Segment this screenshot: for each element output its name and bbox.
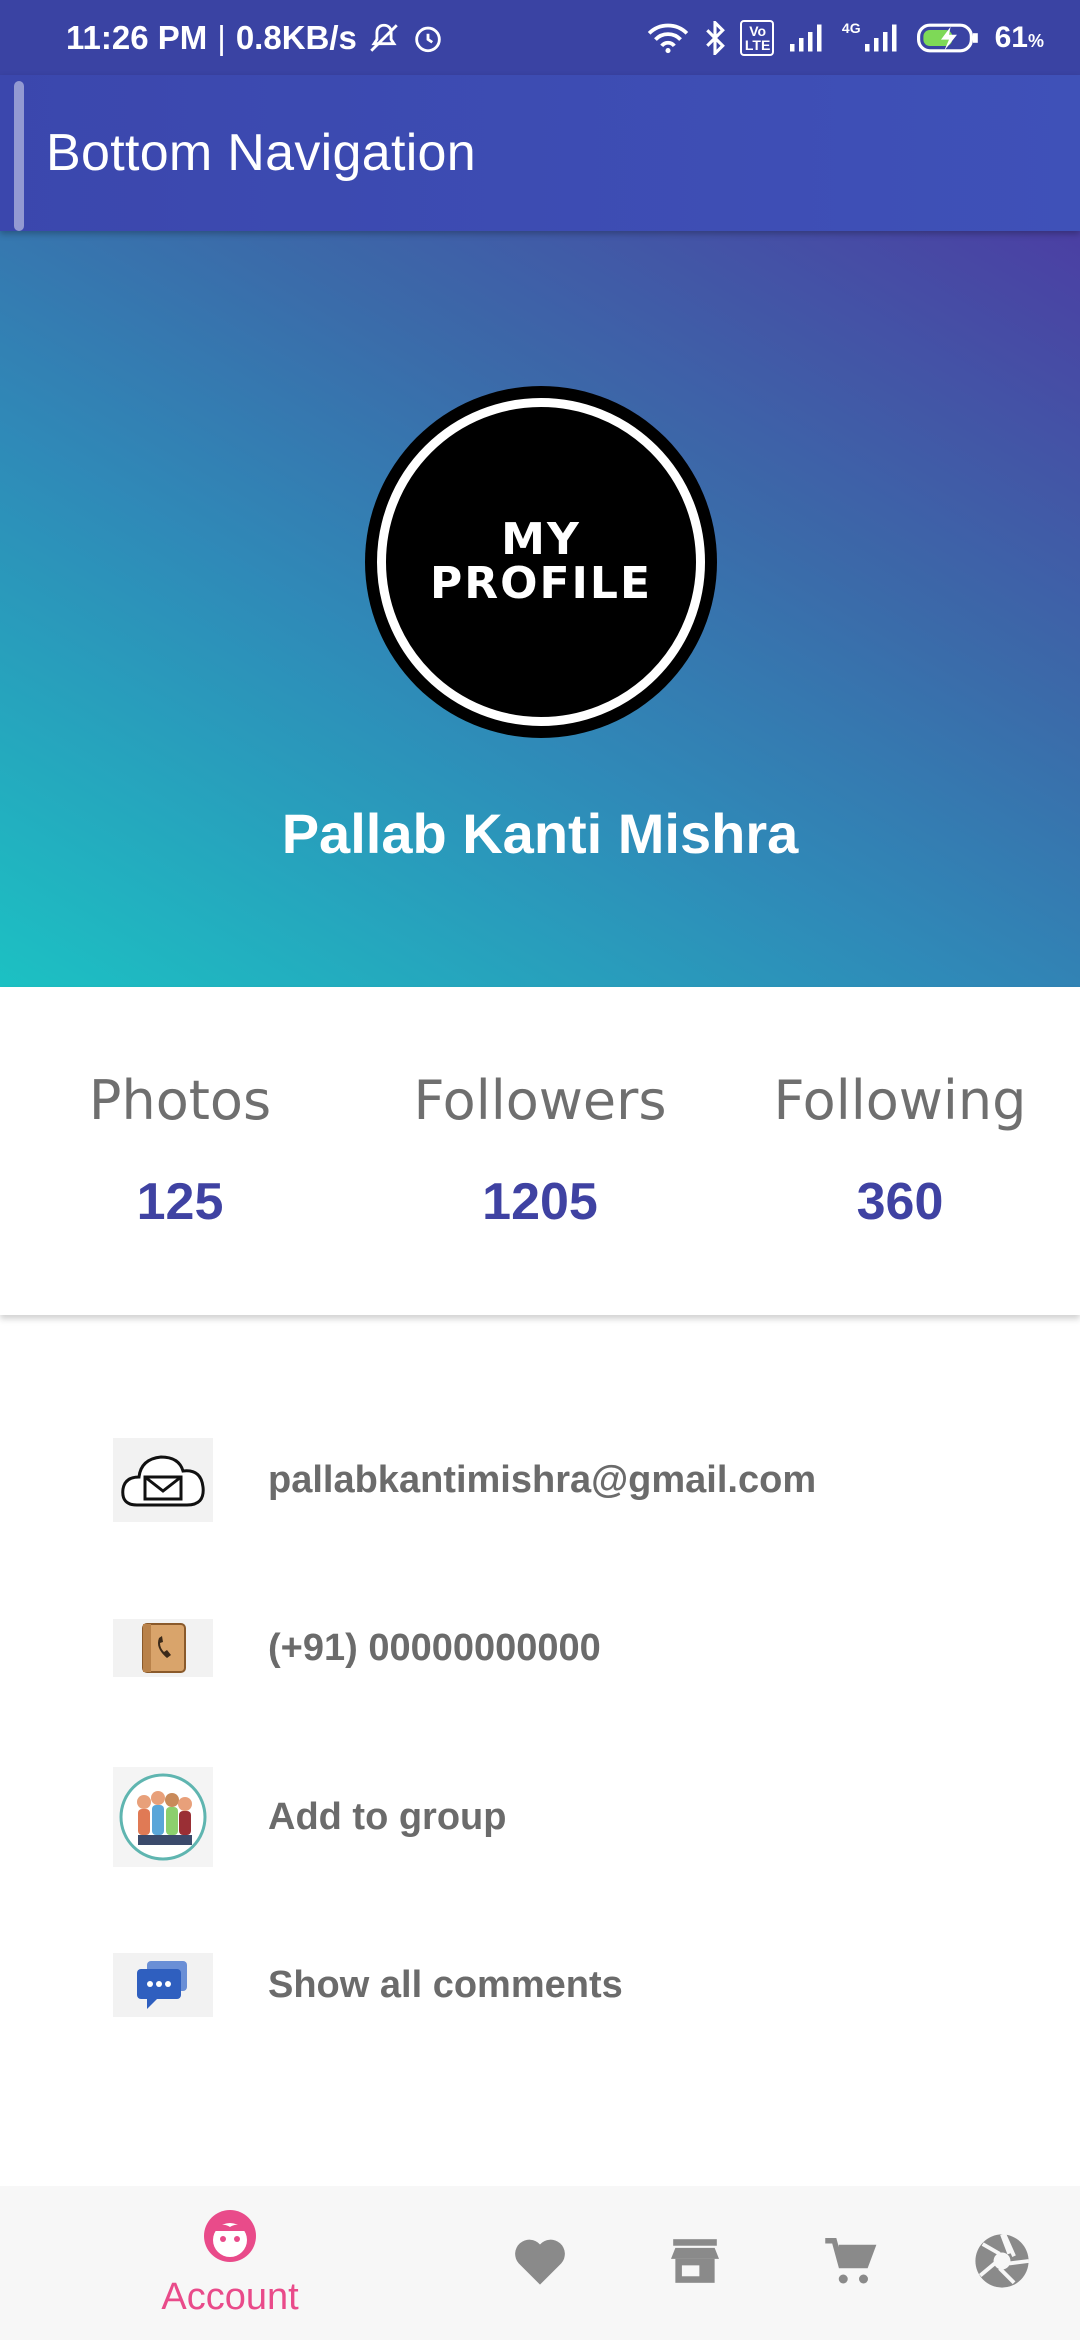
stat-following[interactable]: Following 360 [720, 987, 1080, 1315]
stats-card: Photos 125 Followers 1205 Following 360 [0, 987, 1080, 1315]
phone-text: (+91) 00000000000 [268, 1626, 601, 1669]
group-text: Add to group [268, 1795, 507, 1838]
email-text: pallabkantimishra@gmail.com [268, 1458, 817, 1501]
status-time: 11:26 PM [66, 18, 208, 56]
stat-label: Photos [88, 1069, 272, 1132]
account-icon [201, 2207, 259, 2270]
heart-icon [511, 2235, 569, 2292]
status-right: Vo LTE 4G 61% [646, 19, 1044, 56]
comments-row[interactable]: Show all comments [0, 1925, 1080, 2045]
bottom-navigation: Account [0, 2186, 1080, 2340]
status-separator: | [217, 18, 226, 56]
stat-label: Following [773, 1069, 1027, 1132]
alarm-icon [411, 21, 445, 55]
app-bar: Bottom Navigation [0, 75, 1080, 231]
stat-photos[interactable]: Photos 125 [0, 987, 360, 1315]
nav-favorites[interactable] [490, 2186, 590, 2340]
comments-text: Show all comments [268, 1963, 623, 2006]
group-row[interactable]: Add to group [0, 1757, 1080, 1877]
phonebook-icon [113, 1619, 213, 1677]
avatar-ring [377, 398, 705, 726]
scroll-indicator [14, 81, 24, 231]
comments-icon [113, 1953, 213, 2017]
battery-level: 61% [994, 20, 1044, 54]
stat-followers[interactable]: Followers 1205 [360, 987, 720, 1315]
nav-account[interactable]: Account [140, 2186, 320, 2340]
phone-row[interactable]: (+91) 00000000000 [0, 1588, 1080, 1708]
avatar[interactable]: MY PROFILE [365, 386, 717, 738]
status-left: 11:26 PM | 0.8KB/s [66, 19, 445, 57]
stat-value: 125 [136, 1173, 224, 1231]
signal-icon [788, 23, 828, 53]
nav-cart[interactable] [800, 2186, 900, 2340]
stat-value: 360 [856, 1173, 944, 1231]
nav-camera[interactable] [952, 2186, 1052, 2340]
volte-icon: Vo LTE [739, 19, 774, 56]
store-icon [668, 2237, 722, 2290]
nav-account-label: Account [161, 2276, 299, 2318]
mute-bell-icon [367, 21, 401, 55]
status-speed: 0.8KB/s [235, 18, 357, 56]
profile-name: Pallab Kanti Mishra [281, 802, 799, 865]
wifi-icon [646, 22, 690, 54]
status-bar: 11:26 PM | 0.8KB/s Vo LTE 4G 61% [0, 0, 1080, 75]
battery-icon [916, 22, 981, 54]
stat-value: 1205 [482, 1173, 598, 1231]
nav-store[interactable] [645, 2186, 745, 2340]
signal-icon-2 [863, 23, 903, 53]
cloud-mail-icon [113, 1438, 213, 1522]
bluetooth-icon [704, 20, 726, 55]
app-bar-title: Bottom Navigation [46, 124, 476, 182]
aperture-icon [973, 2232, 1031, 2295]
cart-icon [822, 2234, 878, 2293]
network-type-label: 4G [841, 19, 861, 36]
email-row[interactable]: pallabkantimishra@gmail.com [0, 1420, 1080, 1540]
group-people-icon [113, 1767, 213, 1867]
profile-header: MY PROFILE Pallab Kanti Mishra [0, 231, 1080, 987]
stat-label: Followers [413, 1069, 667, 1132]
